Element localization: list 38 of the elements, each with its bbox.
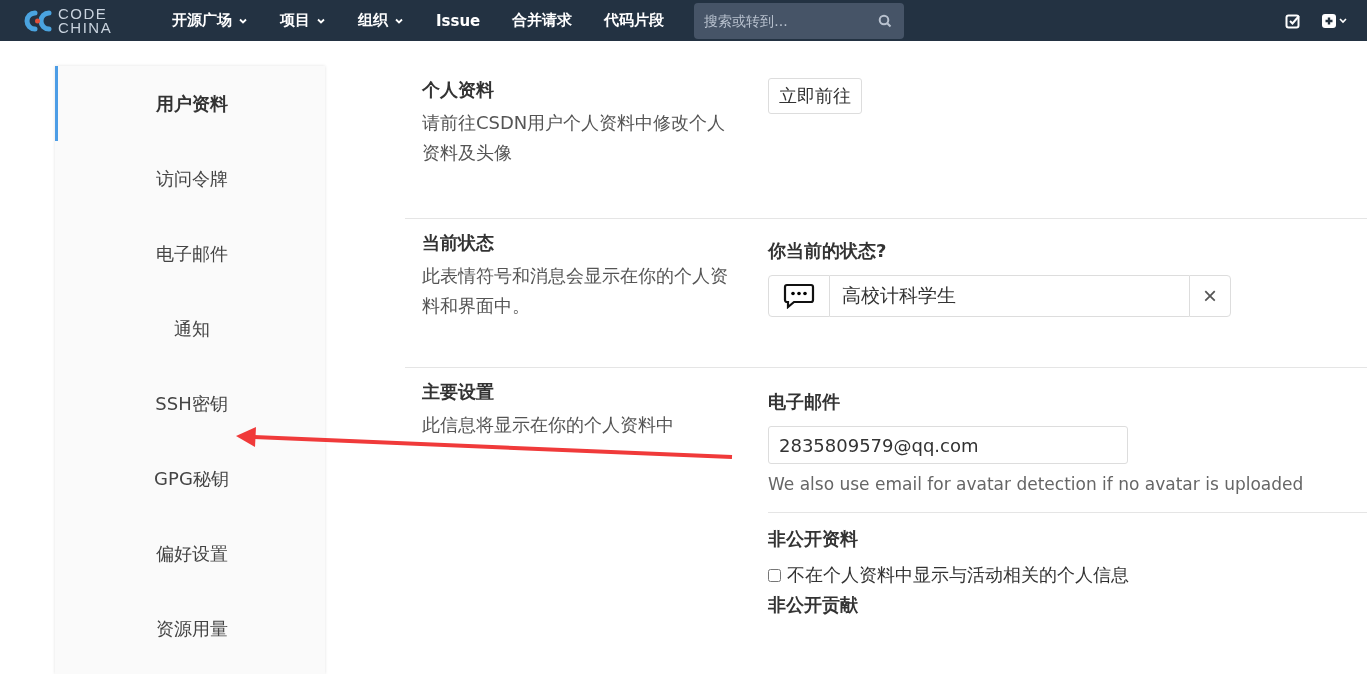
sidebar-item[interactable]: GPG秘钥: [55, 441, 325, 516]
go-button[interactable]: 立即前往: [768, 78, 862, 114]
nav-menu-item[interactable]: Issue: [436, 11, 481, 30]
checkbox-label[interactable]: 不在个人资料中显示与活动相关的个人信息: [787, 563, 1129, 587]
speech-bubble-icon: [783, 283, 815, 309]
sidebar-item[interactable]: SSH密钥: [55, 366, 325, 441]
clear-button[interactable]: ×: [1189, 275, 1231, 317]
section-title: 当前状态: [422, 231, 495, 255]
sidebar-item[interactable]: 访问令牌: [55, 141, 325, 216]
nav-menu-item[interactable]: 代码片段: [604, 11, 665, 30]
section-title: 主要设置: [422, 380, 495, 404]
todo-icon[interactable]: [1285, 12, 1301, 29]
sidebar-item[interactable]: 资源用量: [55, 591, 325, 666]
sidebar-item[interactable]: 用户资料: [55, 66, 325, 141]
status-input[interactable]: 高校计科学生: [830, 275, 1189, 317]
checkbox[interactable]: [768, 568, 781, 582]
section-title: 个人资料: [422, 78, 495, 102]
nav-menu-item[interactable]: 项目: [280, 11, 310, 30]
search-icon[interactable]: [878, 13, 893, 28]
field-label: 你当前的状态?: [768, 239, 888, 263]
field-label: 电子邮件: [768, 390, 841, 414]
section-description: 此表情符号和消息会显示在你的个人资料和界面中。: [422, 264, 729, 318]
help-text: We also use email for avatar detection if no avatar is uploaded: [768, 474, 1305, 494]
logo-text[interactable]: CODE CHINA: [58, 6, 113, 35]
section-description: 请前往CSDN用户个人资料中修改个人资料及头像: [422, 111, 727, 165]
sidebar-item[interactable]: 偏好设置: [55, 516, 325, 591]
plus-icon[interactable]: [1321, 12, 1347, 29]
nav-menu-item[interactable]: 组织: [358, 11, 388, 30]
sidebar-item[interactable]: 电子邮件: [55, 216, 325, 291]
search-field[interactable]: 搜索或转到...: [694, 2, 905, 39]
email-input[interactable]: 2835809579@qq.com: [768, 426, 1128, 464]
field-label: 非公开贡献: [768, 593, 859, 617]
sidebar-item[interactable]: 通知: [55, 291, 325, 366]
field-label: 非公开资料: [768, 527, 859, 551]
nav-menu-item[interactable]: 开源广场: [172, 11, 232, 30]
emoji-button[interactable]: [768, 275, 830, 317]
section-description: 此信息将显示在你的个人资料中: [422, 413, 675, 437]
nav-menu-item[interactable]: 合并请求: [512, 11, 573, 30]
